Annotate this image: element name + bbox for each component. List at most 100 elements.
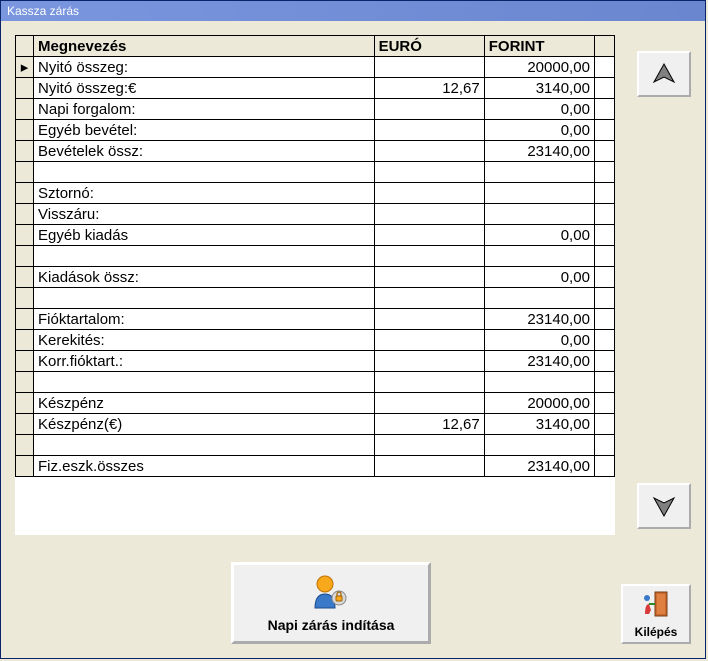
row-euro — [374, 204, 484, 225]
table-row[interactable]: Bevételek össz: 23140,00 — [16, 141, 615, 162]
table-row[interactable]: Korr.fióktart.:23140,00 — [16, 351, 615, 372]
table-row[interactable] — [16, 372, 615, 393]
row-marker — [16, 288, 34, 309]
table-row[interactable]: Napi forgalom:0,00 — [16, 99, 615, 120]
row-euro — [374, 456, 484, 477]
row-end — [594, 141, 614, 162]
scroll-down-button[interactable] — [637, 483, 691, 529]
row-forint: 0,00 — [484, 120, 594, 141]
table-row[interactable] — [16, 246, 615, 267]
header-marker — [16, 36, 34, 57]
row-name: Napi forgalom: — [34, 99, 375, 120]
row-marker — [16, 78, 34, 99]
row-euro: 12,67 — [374, 414, 484, 435]
row-euro — [374, 309, 484, 330]
row-euro — [374, 141, 484, 162]
row-forint: 23140,00 — [484, 456, 594, 477]
row-name: Egyéb bevétel: — [34, 120, 375, 141]
row-marker — [16, 456, 34, 477]
row-forint — [484, 183, 594, 204]
row-name: Fióktartalom: — [34, 309, 375, 330]
row-name: Korr.fióktart.: — [34, 351, 375, 372]
row-forint: 20000,00 — [484, 393, 594, 414]
row-name — [34, 246, 375, 267]
row-marker — [16, 330, 34, 351]
row-marker — [16, 393, 34, 414]
table-row[interactable] — [16, 288, 615, 309]
exit-label: Kilépés — [635, 625, 678, 639]
user-lock-icon — [311, 574, 351, 613]
table-row[interactable]: Egyéb kiadás0,00 — [16, 225, 615, 246]
table-row[interactable] — [16, 435, 615, 456]
row-name: Kiadások össz: — [34, 267, 375, 288]
row-marker — [16, 141, 34, 162]
row-euro — [374, 162, 484, 183]
table-row[interactable]: Kiadások össz: 0,00 — [16, 267, 615, 288]
row-forint: 23140,00 — [484, 141, 594, 162]
row-euro — [374, 99, 484, 120]
arrow-up-icon — [650, 60, 678, 88]
row-forint — [484, 435, 594, 456]
table-row[interactable]: Visszáru: — [16, 204, 615, 225]
row-euro — [374, 393, 484, 414]
row-marker — [16, 204, 34, 225]
row-name — [34, 288, 375, 309]
row-forint: 20000,00 — [484, 57, 594, 78]
row-euro — [374, 330, 484, 351]
row-name: Készpénz(€) — [34, 414, 375, 435]
row-end — [594, 78, 614, 99]
row-euro — [374, 288, 484, 309]
table-row[interactable] — [16, 162, 615, 183]
row-name: Készpénz — [34, 393, 375, 414]
content: Megnevezés EURÓ FORINT ▸Nyitó összeg:200… — [1, 21, 705, 658]
daily-close-button[interactable]: Napi zárás indítása — [231, 562, 431, 644]
table-row[interactable]: Nyitó összeg:€12,673140,00 — [16, 78, 615, 99]
row-marker — [16, 309, 34, 330]
row-end — [594, 225, 614, 246]
row-euro — [374, 246, 484, 267]
header-euro: EURÓ — [374, 36, 484, 57]
row-end — [594, 267, 614, 288]
row-end — [594, 435, 614, 456]
row-end — [594, 120, 614, 141]
arrow-down-icon — [650, 492, 678, 520]
table-row[interactable]: Fiz.eszk.összes23140,00 — [16, 456, 615, 477]
table-row[interactable]: Egyéb bevétel: 0,00 — [16, 120, 615, 141]
table-row[interactable]: Fióktartalom: 23140,00 — [16, 309, 615, 330]
row-forint: 3140,00 — [484, 414, 594, 435]
table-row[interactable]: Kerekités:0,00 — [16, 330, 615, 351]
row-marker: ▸ — [16, 57, 34, 78]
row-euro: 12,67 — [374, 78, 484, 99]
table-row[interactable]: Sztornó: — [16, 183, 615, 204]
row-name: Visszáru: — [34, 204, 375, 225]
row-euro — [374, 267, 484, 288]
scroll-up-button[interactable] — [637, 51, 691, 97]
row-name: Bevételek össz: — [34, 141, 375, 162]
row-forint: 0,00 — [484, 267, 594, 288]
exit-button[interactable]: Kilépés — [621, 584, 691, 644]
bottom-area: Napi zárás indítása Kilépés — [1, 544, 705, 644]
row-forint — [484, 162, 594, 183]
row-name — [34, 435, 375, 456]
row-name: Sztornó: — [34, 183, 375, 204]
row-end — [594, 288, 614, 309]
row-euro — [374, 57, 484, 78]
row-marker — [16, 120, 34, 141]
table-area: Megnevezés EURÓ FORINT ▸Nyitó összeg:200… — [15, 35, 615, 535]
window-title: Kassza zárás — [7, 4, 79, 18]
row-marker — [16, 435, 34, 456]
row-name: Egyéb kiadás — [34, 225, 375, 246]
data-grid[interactable]: Megnevezés EURÓ FORINT ▸Nyitó összeg:200… — [15, 35, 615, 477]
header-end — [594, 36, 614, 57]
table-row[interactable]: Készpénz 20000,00 — [16, 393, 615, 414]
row-end — [594, 309, 614, 330]
row-euro — [374, 435, 484, 456]
row-end — [594, 204, 614, 225]
row-end — [594, 99, 614, 120]
row-end — [594, 414, 614, 435]
row-forint: 23140,00 — [484, 309, 594, 330]
table-row[interactable]: Készpénz(€)12,673140,00 — [16, 414, 615, 435]
row-euro — [374, 183, 484, 204]
table-row[interactable]: ▸Nyitó összeg:20000,00 — [16, 57, 615, 78]
row-name — [34, 162, 375, 183]
